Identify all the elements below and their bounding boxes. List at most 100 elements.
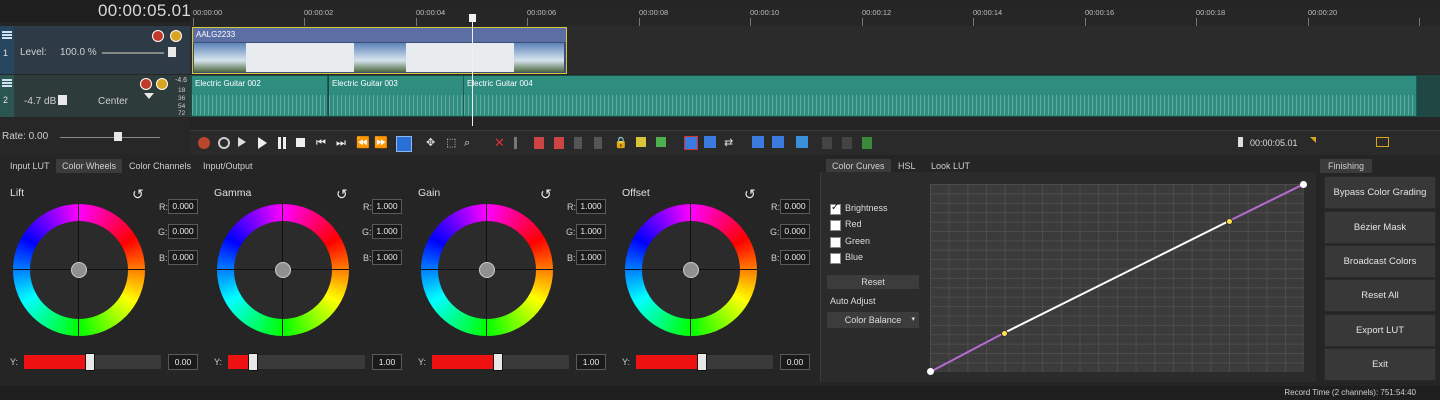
tab-hsl[interactable]: HSL bbox=[892, 159, 922, 173]
snapping-icon[interactable] bbox=[684, 136, 698, 150]
video-track-header[interactable]: 1 Level: 100.0 % bbox=[0, 26, 190, 74]
normal-edit-tool-icon[interactable] bbox=[396, 136, 412, 152]
lift-r-field[interactable]: 0.000 bbox=[168, 199, 198, 214]
lift-color-wheel[interactable] bbox=[13, 204, 145, 336]
gamma-g-field[interactable]: 1.000 bbox=[372, 224, 402, 239]
gain-y-field[interactable]: 1.00 bbox=[576, 354, 606, 370]
lift-g-field[interactable]: 0.000 bbox=[168, 224, 198, 239]
tab-color-curves[interactable]: Color Curves bbox=[826, 159, 891, 173]
audio-clip[interactable]: Electric Guitar 003 bbox=[329, 76, 464, 116]
trim-end-icon[interactable] bbox=[554, 137, 564, 149]
lift-y-slider[interactable] bbox=[24, 353, 161, 371]
record-icon[interactable] bbox=[198, 137, 210, 149]
motion-tracking-icon[interactable] bbox=[862, 137, 872, 149]
region-icon[interactable] bbox=[656, 137, 666, 147]
go-to-start-icon[interactable]: ⏮ bbox=[316, 137, 328, 149]
pause-icon[interactable] bbox=[278, 137, 286, 149]
curve-point-white[interactable] bbox=[1300, 181, 1307, 188]
red-checkbox[interactable] bbox=[830, 220, 841, 231]
gamma-r-field[interactable]: 1.000 bbox=[372, 199, 402, 214]
gamma-y-field[interactable]: 1.00 bbox=[372, 354, 402, 370]
bezier-mask-button[interactable]: Bézier Mask bbox=[1324, 211, 1436, 244]
export-lut-button[interactable]: Export LUT bbox=[1324, 314, 1436, 347]
ignore-grouping-icon[interactable] bbox=[772, 136, 784, 148]
curve-point-black[interactable] bbox=[927, 368, 934, 375]
previous-frame-icon[interactable]: ⏪ bbox=[356, 137, 370, 149]
tab-input-output[interactable]: Input/Output bbox=[197, 159, 259, 173]
offset-color-wheel[interactable] bbox=[625, 204, 757, 336]
go-to-end-icon[interactable]: ⏭ bbox=[336, 137, 348, 149]
lift-y-handle[interactable] bbox=[85, 353, 95, 371]
mute-icon[interactable] bbox=[152, 30, 164, 42]
gain-reset-icon[interactable]: ↺ bbox=[540, 187, 554, 201]
rate-slider-track[interactable] bbox=[60, 137, 160, 138]
gain-color-wheel[interactable] bbox=[421, 204, 553, 336]
green-checkbox[interactable] bbox=[830, 237, 841, 248]
audio-track-header[interactable]: 2 -4.6 18 36 54 72 -4.7 dB Center bbox=[0, 75, 190, 117]
gain-y-handle[interactable] bbox=[493, 353, 503, 371]
play-from-start-icon[interactable] bbox=[238, 137, 246, 147]
offset-y-slider[interactable] bbox=[636, 353, 773, 371]
gain-wheel-knob[interactable] bbox=[479, 262, 495, 278]
split-lane-icon[interactable] bbox=[594, 137, 602, 149]
level-slider-handle[interactable] bbox=[168, 47, 176, 57]
auto-ripple-icon[interactable]: ⇄ bbox=[724, 137, 736, 149]
gamma-reset-icon[interactable]: ↺ bbox=[336, 187, 350, 201]
lift-reset-icon[interactable]: ↺ bbox=[132, 187, 146, 201]
split-icon[interactable] bbox=[574, 137, 582, 149]
offset-y-handle[interactable] bbox=[697, 353, 707, 371]
stop-icon[interactable] bbox=[296, 138, 305, 147]
gain-g-field[interactable]: 1.000 bbox=[576, 224, 606, 239]
playhead[interactable] bbox=[472, 18, 473, 126]
grid-icon[interactable] bbox=[796, 136, 808, 148]
curve-graph[interactable] bbox=[927, 181, 1307, 375]
gamma-wheel-knob[interactable] bbox=[275, 262, 291, 278]
lift-wheel-knob[interactable] bbox=[71, 262, 87, 278]
marker-icon[interactable] bbox=[636, 137, 646, 147]
reset-all-button[interactable]: Reset All bbox=[1324, 279, 1436, 312]
level-slider-track[interactable] bbox=[102, 52, 164, 54]
volume-slider-handle[interactable] bbox=[58, 95, 67, 105]
tab-color-channels[interactable]: Color Channels bbox=[123, 159, 197, 173]
pan-arrow-icon[interactable] bbox=[144, 93, 154, 99]
selection-tool-icon[interactable]: ⬚ bbox=[446, 137, 458, 149]
audio-clip[interactable]: Electric Guitar 002 bbox=[192, 76, 328, 116]
curve-point-low[interactable] bbox=[1001, 330, 1008, 337]
broadcast-colors-button[interactable]: Broadcast Colors bbox=[1324, 245, 1436, 278]
delete-icon[interactable]: ✕ bbox=[494, 136, 506, 149]
auto-adjust-select[interactable]: Color Balance ▾ bbox=[827, 312, 919, 328]
keyframe-icon[interactable] bbox=[842, 137, 852, 149]
tab-look-lut[interactable]: Look LUT bbox=[925, 159, 976, 173]
gamma-y-slider[interactable] bbox=[228, 353, 365, 371]
trim-start-icon[interactable] bbox=[534, 137, 544, 149]
curves-reset-button[interactable]: Reset bbox=[827, 275, 919, 289]
auto-crossfade-icon[interactable] bbox=[704, 136, 716, 148]
envelope-tool-icon[interactable]: ✥ bbox=[426, 137, 438, 149]
lift-b-field[interactable]: 0.000 bbox=[168, 250, 198, 265]
mute-icon[interactable] bbox=[140, 78, 152, 90]
playhead-handle[interactable] bbox=[469, 14, 476, 22]
video-clip[interactable]: AALG2233 bbox=[192, 27, 567, 74]
gamma-b-field[interactable]: 1.000 bbox=[372, 250, 402, 265]
rate-slider-handle[interactable] bbox=[114, 132, 122, 141]
gain-r-field[interactable]: 1.000 bbox=[576, 199, 606, 214]
lock-envelopes-icon[interactable] bbox=[752, 136, 764, 148]
timeline-ruler[interactable]: 00:00:00 00:00:02 00:00:04 00:00:06 00:0… bbox=[190, 8, 1440, 27]
brightness-checkbox[interactable]: ✓ bbox=[830, 202, 841, 215]
loop-region-icon[interactable] bbox=[1310, 137, 1316, 143]
tab-input-lut[interactable]: Input LUT bbox=[4, 159, 56, 173]
offset-b-field[interactable]: 0.000 bbox=[780, 250, 810, 265]
offset-r-field[interactable]: 0.000 bbox=[780, 199, 810, 214]
loop-icon[interactable] bbox=[218, 137, 230, 149]
gain-y-slider[interactable] bbox=[432, 353, 569, 371]
trim-icon[interactable] bbox=[514, 137, 517, 149]
blue-checkbox[interactable] bbox=[830, 253, 841, 264]
mask-icon[interactable] bbox=[822, 137, 832, 149]
tab-finishing[interactable]: Finishing bbox=[1320, 159, 1373, 173]
exit-button[interactable]: Exit bbox=[1324, 348, 1436, 381]
offset-y-field[interactable]: 0.00 bbox=[780, 354, 810, 370]
solo-icon[interactable] bbox=[156, 78, 168, 90]
track-menu-icon[interactable] bbox=[2, 79, 12, 81]
gain-b-field[interactable]: 1.000 bbox=[576, 250, 606, 265]
bypass-color-grading-button[interactable]: Bypass Color Grading bbox=[1324, 176, 1436, 209]
